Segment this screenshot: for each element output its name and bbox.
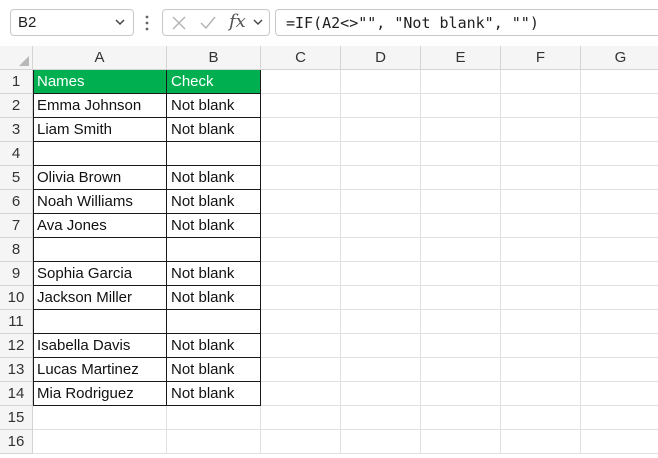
check-cell[interactable] xyxy=(167,238,261,262)
name-cell[interactable]: Emma Johnson xyxy=(33,94,167,118)
formula-text: =IF(A2<>"", "Not blank", "") xyxy=(286,14,539,32)
name-cell[interactable]: Isabella Davis xyxy=(33,334,167,358)
name-cell[interactable]: Jackson Miller xyxy=(33,286,167,310)
row-header-14[interactable]: 14 xyxy=(0,382,33,406)
check-cell[interactable]: Not blank xyxy=(167,334,261,358)
row-header-16[interactable]: 16 xyxy=(0,430,33,454)
cancel-icon[interactable] xyxy=(170,14,188,32)
row-header-3[interactable]: 3 xyxy=(0,118,33,142)
column-header-f[interactable]: F xyxy=(501,46,581,70)
row-header-5[interactable]: 5 xyxy=(0,166,33,190)
enter-icon[interactable] xyxy=(199,14,217,32)
name-cell[interactable] xyxy=(33,238,167,262)
check-cell[interactable] xyxy=(167,142,261,166)
gridline xyxy=(420,70,421,454)
name-box-value: B2 xyxy=(18,14,37,31)
check-cell[interactable]: Not blank xyxy=(167,382,261,406)
row-header-8[interactable]: 8 xyxy=(0,238,33,262)
insert-function-icon[interactable]: fx xyxy=(229,11,246,32)
name-cell[interactable] xyxy=(33,142,167,166)
row-header-13[interactable]: 13 xyxy=(0,358,33,382)
header-cell-check[interactable]: Check xyxy=(167,70,261,94)
name-cell[interactable]: Sophia Garcia xyxy=(33,262,167,286)
chevron-down-icon[interactable] xyxy=(113,15,127,29)
gridline xyxy=(580,70,581,454)
name-cell[interactable]: Liam Smith xyxy=(33,118,167,142)
check-cell[interactable]: Not blank xyxy=(167,166,261,190)
formula-input[interactable]: =IF(A2<>"", "Not blank", "") xyxy=(275,9,658,36)
gridline xyxy=(340,70,341,454)
row-header-4[interactable]: 4 xyxy=(0,142,33,166)
spreadsheet-grid: A B C D E F G 1 2 3 4 5 6 7 8 9 10 11 12 13 14 15 16 Names Check… xyxy=(0,46,658,458)
row-header-1[interactable]: 1 xyxy=(0,70,33,94)
check-cell[interactable]: Not blank xyxy=(167,190,261,214)
formula-bar: B2 fx =IF(A2<>"", "Not blank", "") xyxy=(0,0,658,46)
check-cell[interactable]: Not blank xyxy=(167,358,261,382)
row-header-7[interactable]: 7 xyxy=(0,214,33,238)
row-header-2[interactable]: 2 xyxy=(0,94,33,118)
name-cell[interactable]: Ava Jones xyxy=(33,214,167,238)
check-cell[interactable] xyxy=(167,310,261,334)
row-header-11[interactable]: 11 xyxy=(0,310,33,334)
name-box[interactable]: B2 xyxy=(10,9,134,36)
check-cell[interactable]: Not blank xyxy=(167,214,261,238)
chevron-down-icon[interactable] xyxy=(252,16,264,28)
formula-buttons: fx xyxy=(162,9,270,36)
check-cell[interactable]: Not blank xyxy=(167,94,261,118)
row-header-10[interactable]: 10 xyxy=(0,286,33,310)
column-header-d[interactable]: D xyxy=(341,46,421,70)
gridline xyxy=(500,70,501,454)
column-header-a[interactable]: A xyxy=(33,46,167,70)
gridline xyxy=(33,429,658,430)
column-header-g[interactable]: G xyxy=(581,46,658,70)
column-header-e[interactable]: E xyxy=(421,46,501,70)
row-header-6[interactable]: 6 xyxy=(0,190,33,214)
name-cell[interactable]: Noah Williams xyxy=(33,190,167,214)
more-options-icon[interactable] xyxy=(145,13,149,33)
column-header-c[interactable]: C xyxy=(261,46,341,70)
row-header-12[interactable]: 12 xyxy=(0,334,33,358)
name-cell[interactable]: Lucas Martinez xyxy=(33,358,167,382)
column-header-b[interactable]: B xyxy=(167,46,261,70)
check-cell[interactable]: Not blank xyxy=(167,286,261,310)
header-cell-names[interactable]: Names xyxy=(33,70,167,94)
name-cell[interactable] xyxy=(33,310,167,334)
check-cell[interactable]: Not blank xyxy=(167,118,261,142)
row-header-15[interactable]: 15 xyxy=(0,406,33,430)
gridline xyxy=(33,453,658,454)
check-cell[interactable]: Not blank xyxy=(167,262,261,286)
name-cell[interactable]: Mia Rodriguez xyxy=(33,382,167,406)
name-cell[interactable]: Olivia Brown xyxy=(33,166,167,190)
table-border xyxy=(33,70,34,406)
row-header-9[interactable]: 9 xyxy=(0,262,33,286)
select-all-button[interactable] xyxy=(0,46,33,70)
